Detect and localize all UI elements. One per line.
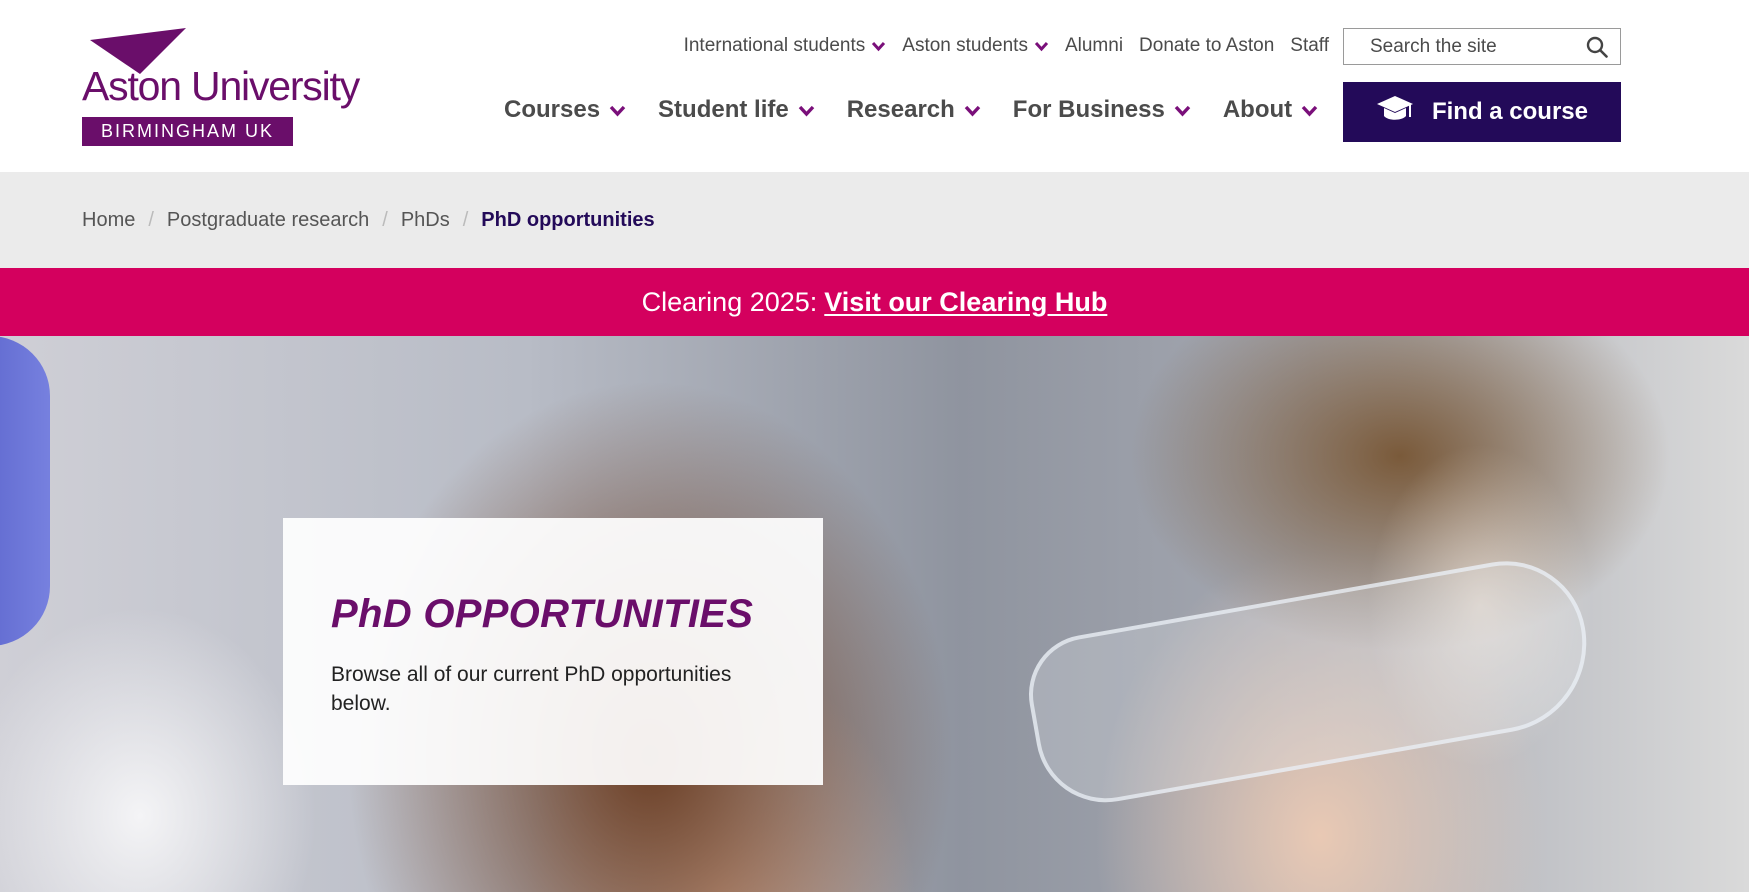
breadcrumb-separator: / xyxy=(462,209,469,231)
nav-label: About xyxy=(1222,96,1293,123)
nav-label: Research xyxy=(846,96,955,123)
chevron-down-icon xyxy=(1034,39,1049,54)
aston-university-logo[interactable]: Aston University BIRMINGHAM UK xyxy=(82,28,368,148)
logo-location: BIRMINGHAM UK xyxy=(82,117,293,146)
breadcrumb-separator: / xyxy=(148,209,154,231)
utility-link-donate[interactable]: Donate to Aston xyxy=(1139,35,1274,57)
page-title: PhD OPPORTUNITIES xyxy=(331,592,754,636)
nav-about[interactable]: About xyxy=(1223,96,1318,124)
utility-link-label: International students xyxy=(683,35,866,56)
nav-for-business[interactable]: For Business xyxy=(1013,96,1191,124)
chevron-down-icon xyxy=(964,102,981,119)
breadcrumb-separator: / xyxy=(382,209,388,231)
chevron-down-icon xyxy=(798,102,815,119)
clearing-hub-link[interactable]: Visit our Clearing Hub xyxy=(824,287,1107,318)
clearing-banner-text: Clearing 2025: xyxy=(641,286,818,317)
nav-student-life[interactable]: Student life xyxy=(658,96,815,124)
utility-link-aston-students[interactable]: Aston students xyxy=(902,35,1049,57)
hero-photo-goggles xyxy=(1019,548,1601,814)
site-header: Aston University BIRMINGHAM UK Internati… xyxy=(0,0,1749,172)
breadcrumb-postgraduate-research[interactable]: Postgraduate research xyxy=(167,209,369,232)
breadcrumb: Home / Postgraduate research / PhDs / Ph… xyxy=(82,209,655,232)
utility-link-label: Donate to Aston xyxy=(1139,35,1275,56)
logo-name: Aston University xyxy=(82,63,360,109)
find-a-course-button[interactable]: Find a course xyxy=(1343,82,1621,142)
nav-courses[interactable]: Courses xyxy=(504,96,626,124)
chevron-down-icon xyxy=(1174,102,1191,119)
find-a-course-label: Find a course xyxy=(1431,98,1589,125)
search-icon[interactable] xyxy=(1586,36,1608,58)
breadcrumb-home[interactable]: Home xyxy=(82,209,135,232)
breadcrumb-bar: Home / Postgraduate research / PhDs / Ph… xyxy=(0,172,1749,268)
nav-research[interactable]: Research xyxy=(847,96,981,124)
utility-link-international-students[interactable]: International students xyxy=(684,35,887,57)
hero-card: PhD OPPORTUNITIES Browse all of our curr… xyxy=(283,518,823,785)
nav-label: Student life xyxy=(658,96,789,123)
breadcrumb-phds[interactable]: PhDs xyxy=(401,209,450,232)
chevron-down-icon xyxy=(871,39,886,54)
utility-link-label: Aston students xyxy=(902,35,1028,56)
breadcrumb-current: PhD opportunities xyxy=(481,209,655,231)
clearing-banner: Clearing 2025: Visit our Clearing Hub xyxy=(0,268,1749,336)
nav-label: For Business xyxy=(1012,96,1165,123)
utility-nav: International students Aston students Al… xyxy=(684,34,1329,58)
hero-banner: PhD OPPORTUNITIES Browse all of our curr… xyxy=(0,336,1749,892)
hero-description: Browse all of our current PhD opportunit… xyxy=(331,663,732,715)
search-input[interactable] xyxy=(1344,29,1564,64)
chevron-down-icon xyxy=(609,102,626,119)
utility-link-label: Staff xyxy=(1290,35,1329,56)
chevron-down-icon xyxy=(1301,102,1318,119)
utility-link-staff[interactable]: Staff xyxy=(1290,35,1329,57)
main-nav: Courses Student life Research For Busine… xyxy=(504,96,1318,124)
utility-link-alumni[interactable]: Alumni xyxy=(1065,35,1123,57)
nav-label: Courses xyxy=(504,96,601,123)
site-search xyxy=(1343,28,1621,65)
graduation-cap-icon xyxy=(1376,94,1414,131)
hero-photo-glove xyxy=(0,336,50,646)
utility-link-label: Alumni xyxy=(1064,35,1124,56)
